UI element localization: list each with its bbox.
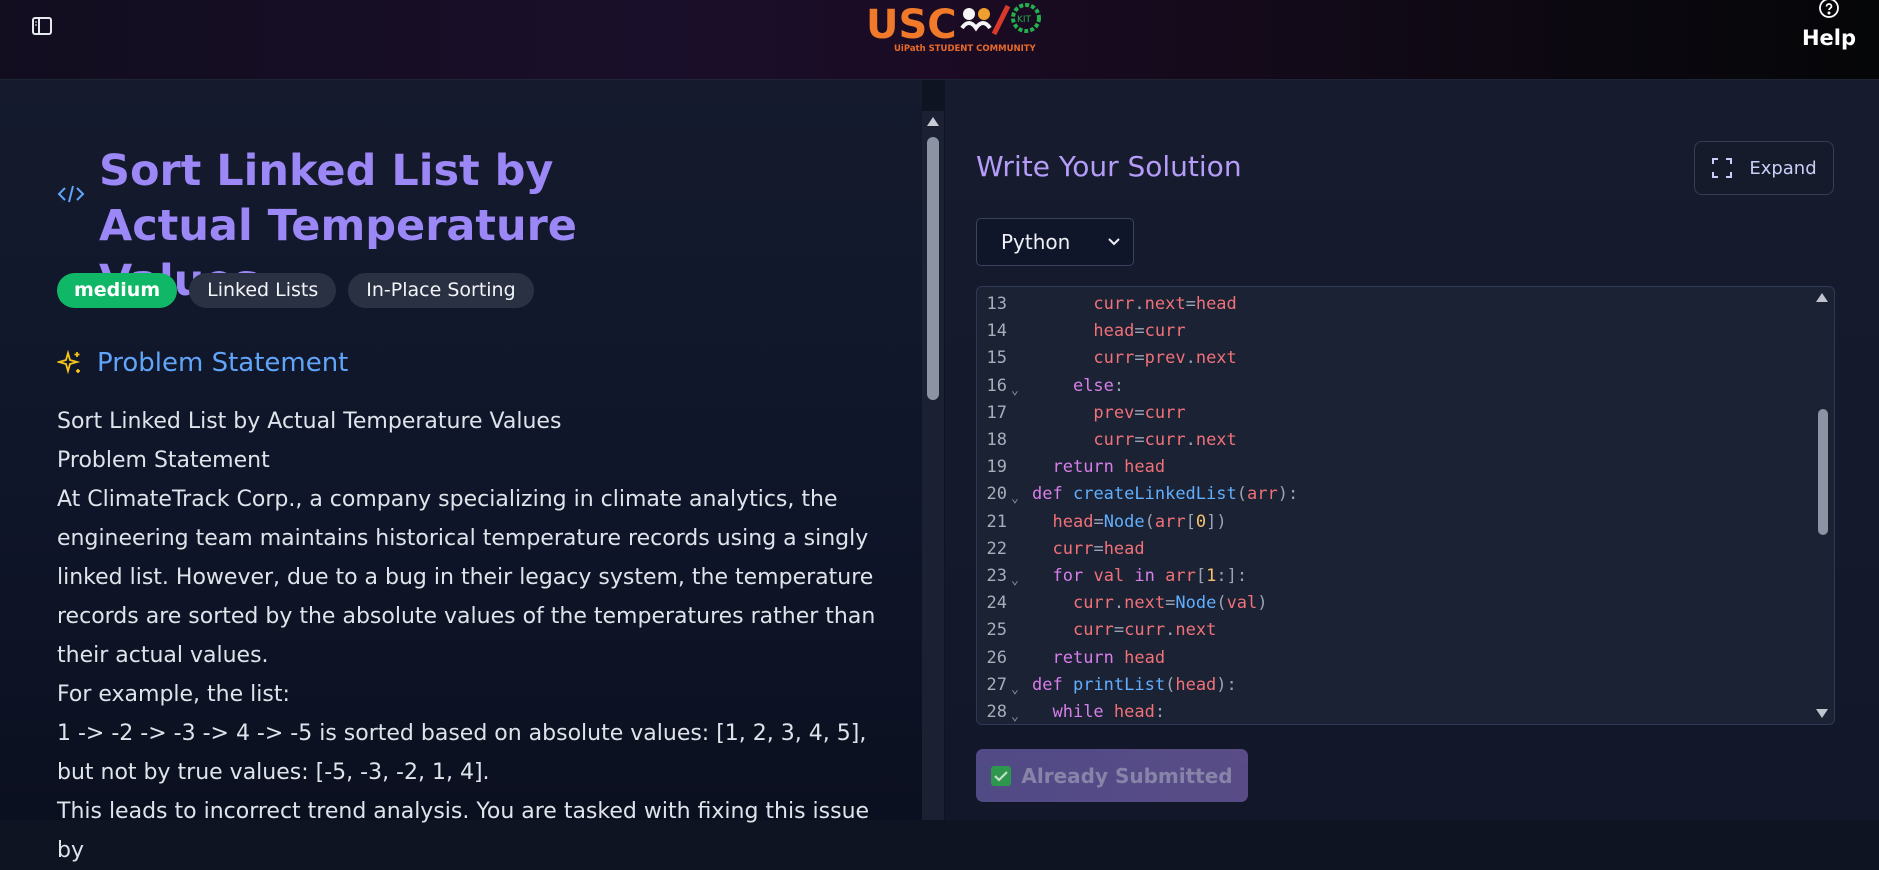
- fold-chevron-icon[interactable]: ⌄: [1011, 703, 1019, 724]
- code-icon: [57, 185, 85, 203]
- logo-subtitle: UiPath STUDENT COMMUNITY: [894, 44, 1037, 54]
- code-line[interactable]: 19 return head: [977, 454, 1807, 481]
- code-line[interactable]: 21 head=Node(arr[0]): [977, 509, 1807, 536]
- chevron-down-icon: [1108, 238, 1120, 246]
- problem-panel: Sort Linked List by Actual Temperature V…: [0, 80, 922, 863]
- svg-text:USC: USC: [866, 2, 957, 48]
- code-line[interactable]: 15 curr=prev.next: [977, 345, 1807, 372]
- statement-paragraph: This leads to incorrect trend analysis. …: [57, 799, 870, 863]
- code-text: curr.next=head: [1093, 294, 1237, 314]
- statement-paragraph: Problem Statement: [57, 448, 270, 473]
- solution-panel: Write Your Solution Expand Python 13 cur…: [945, 80, 1879, 820]
- fullscreen-icon: [1712, 158, 1733, 178]
- tag-list: medium Linked Lists In-Place Sorting: [57, 273, 534, 308]
- code-line[interactable]: 17 prev=curr: [977, 400, 1807, 427]
- help-label: Help: [1801, 26, 1857, 50]
- code-text: curr.next=Node(val): [1072, 593, 1268, 614]
- code-editor[interactable]: 13 curr.next=head 14 head=curr 15 curr=pre…: [976, 286, 1835, 725]
- statement-paragraph: Sort Linked List by Actual Temperature V…: [57, 409, 562, 434]
- line-number: 20: [986, 484, 1007, 505]
- scroll-up-arrow-icon[interactable]: [927, 117, 939, 126]
- statement-paragraph: 1 -> -2 -> -3 -> 4 -> -5 is sorted based…: [57, 721, 867, 785]
- topic-tag: Linked Lists: [189, 273, 337, 308]
- statement-paragraph: For example, the list:: [57, 682, 290, 707]
- line-number: 24: [986, 593, 1007, 614]
- line-number: 14: [986, 321, 1007, 342]
- help-button[interactable]: Help: [1799, 0, 1859, 60]
- code-line[interactable]: 25 curr=curr.next: [977, 617, 1807, 644]
- code-text: curr=curr.next: [1093, 430, 1237, 450]
- code-text: for val in arr[1:]:: [1052, 566, 1248, 586]
- panel-scrollbar[interactable]: [922, 111, 944, 820]
- code-text: while head:: [1052, 702, 1166, 722]
- line-number: 23: [986, 566, 1007, 586]
- section-title: Problem Statement: [97, 348, 349, 378]
- code-text: head=Node(arr[0]): [1052, 511, 1227, 532]
- problem-statement-header: Problem Statement: [57, 348, 348, 378]
- submit-label: Already Submitted: [1021, 763, 1233, 788]
- sidebar-toggle-icon[interactable]: [30, 14, 54, 38]
- top-bar: USC KIT UiPath STUDENT COMMUNITY Help: [0, 0, 1879, 80]
- scrollbar-thumb[interactable]: [927, 137, 939, 400]
- line-number: 18: [986, 430, 1007, 450]
- submit-button: Already Submitted: [976, 749, 1248, 802]
- problem-statement-text: Sort Linked List by Actual Temperature V…: [57, 402, 902, 870]
- sparkles-icon: [57, 350, 81, 375]
- code-line[interactable]: 22 curr=head: [977, 536, 1807, 563]
- code-line[interactable]: 23 ⌄ for val in arr[1:]:: [977, 563, 1807, 590]
- language-select[interactable]: Python: [976, 218, 1134, 266]
- line-number: 13: [986, 294, 1007, 314]
- expand-button[interactable]: Expand: [1694, 141, 1834, 195]
- code-text: def printList(head):: [1032, 674, 1237, 695]
- code-line[interactable]: 18 curr=curr.next: [977, 427, 1807, 454]
- editor-scrollbar-thumb[interactable]: [1818, 409, 1828, 535]
- code-text: return head: [1052, 457, 1166, 478]
- line-number: 19: [986, 457, 1007, 478]
- code-line[interactable]: 20 ⌄ def createLinkedList(arr):: [977, 481, 1807, 508]
- line-number: 26: [986, 647, 1007, 668]
- line-number: 25: [986, 620, 1007, 641]
- line-number: 22: [986, 538, 1007, 559]
- question-circle-icon: [1819, 0, 1839, 18]
- uipath-community-logo[interactable]: USC KIT UiPath STUDENT COMMUNITY: [866, 0, 1048, 56]
- line-number: 16: [986, 375, 1007, 396]
- code-line[interactable]: 27 ⌄ def printList(head):: [977, 672, 1807, 699]
- code-line[interactable]: 26 return head: [977, 645, 1807, 672]
- statement-paragraph: At ClimateTrack Corp., a company special…: [57, 487, 876, 668]
- code-text: curr=prev.next: [1093, 348, 1237, 369]
- code-line[interactable]: 28 ⌄ while head:: [977, 699, 1807, 724]
- line-number: 28: [986, 702, 1007, 722]
- line-number: 17: [986, 402, 1007, 423]
- code-line[interactable]: 13 curr.next=head: [977, 291, 1807, 318]
- topic-tag: In-Place Sorting: [348, 273, 534, 308]
- expand-label: Expand: [1749, 157, 1817, 179]
- code-text: else:: [1072, 375, 1125, 396]
- line-number: 21: [986, 511, 1007, 532]
- code-line[interactable]: 16 ⌄ else:: [977, 373, 1807, 400]
- checkbox-checked-icon: [991, 765, 1012, 786]
- code-line[interactable]: 14 head=curr: [977, 318, 1807, 345]
- line-number: 15: [986, 348, 1007, 369]
- scroll-down-arrow-icon[interactable]: [1816, 709, 1828, 718]
- code-text: curr=curr.next: [1072, 620, 1217, 641]
- solution-title: Write Your Solution: [976, 150, 1242, 183]
- difficulty-badge: medium: [57, 273, 178, 308]
- code-text: curr=head: [1052, 538, 1145, 559]
- language-select-value: Python: [1001, 230, 1071, 254]
- code-text: def createLinkedList(arr):: [1032, 484, 1299, 505]
- code-text: return head: [1052, 647, 1166, 668]
- code-text: prev=curr: [1093, 402, 1186, 423]
- code-text: head=curr: [1093, 321, 1186, 342]
- svg-text:KIT: KIT: [1017, 15, 1032, 25]
- code-line[interactable]: 24 curr.next=Node(val): [977, 590, 1807, 617]
- line-number: 27: [986, 674, 1007, 695]
- scroll-up-arrow-icon[interactable]: [1816, 293, 1828, 302]
